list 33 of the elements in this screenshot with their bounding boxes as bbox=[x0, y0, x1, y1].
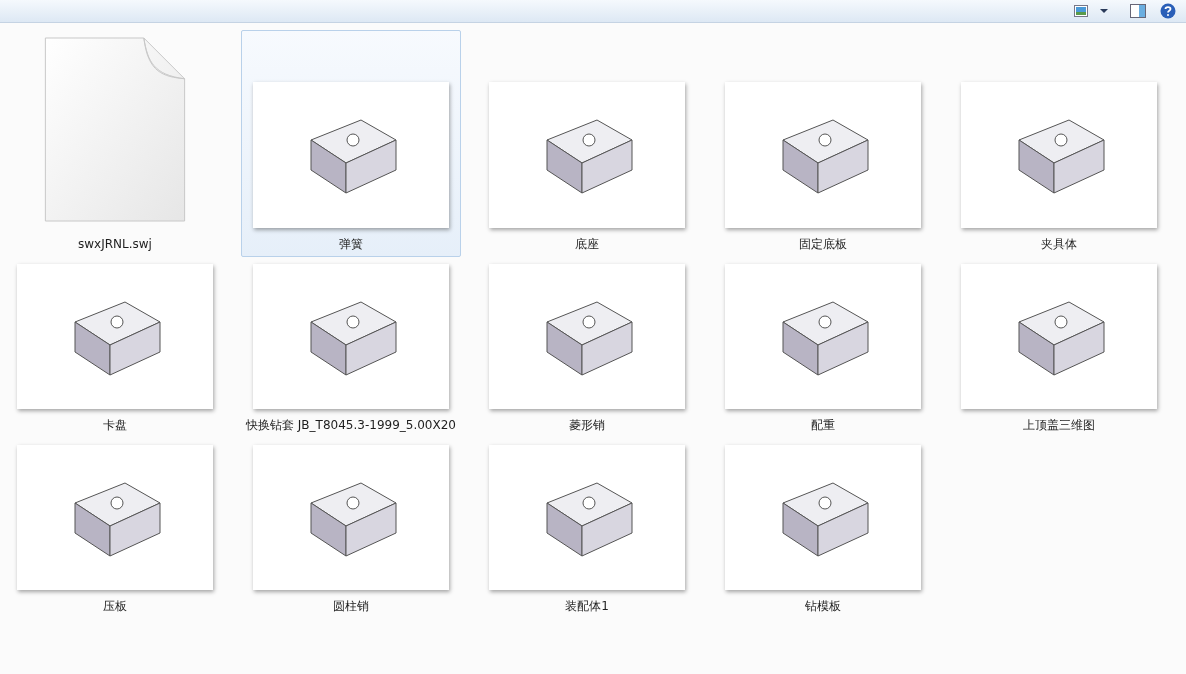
file-name: 快换钻套 JB_T8045.3-1999_5.00X20 bbox=[246, 418, 456, 432]
help-icon[interactable] bbox=[1160, 3, 1176, 19]
file-name: 钻模板 bbox=[805, 599, 841, 613]
file-item[interactable]: 装配体1 bbox=[477, 438, 697, 619]
file-name: 圆柱销 bbox=[333, 599, 369, 613]
file-item[interactable]: 钻模板 bbox=[713, 438, 933, 619]
file-item[interactable]: 上顶盖三维图 bbox=[949, 257, 1169, 438]
view-icon[interactable] bbox=[1074, 5, 1088, 17]
file-item[interactable]: 固定底板 bbox=[713, 30, 933, 257]
file-item[interactable]: 配重 bbox=[713, 257, 933, 438]
file-name: 压板 bbox=[103, 599, 127, 613]
preview-pane-icon[interactable] bbox=[1130, 4, 1146, 18]
file-item[interactable]: swxJRNL.swj bbox=[5, 30, 225, 257]
file-name: 装配体1 bbox=[565, 599, 609, 613]
file-item[interactable]: 底座 bbox=[477, 30, 697, 257]
file-item[interactable]: 菱形销 bbox=[477, 257, 697, 438]
document-icon bbox=[44, 37, 186, 222]
file-item[interactable]: 快换钻套 JB_T8045.3-1999_5.00X20 bbox=[241, 257, 461, 438]
file-name: 卡盘 bbox=[103, 418, 127, 432]
file-item[interactable]: 圆柱销 bbox=[241, 438, 461, 619]
file-name: 上顶盖三维图 bbox=[1023, 418, 1095, 432]
file-name: 固定底板 bbox=[799, 237, 847, 251]
file-name: 弹簧 bbox=[339, 237, 363, 251]
file-item[interactable]: 夹具体 bbox=[949, 30, 1169, 257]
file-name: 配重 bbox=[811, 418, 835, 432]
file-name: 菱形销 bbox=[569, 418, 605, 432]
file-item[interactable]: 弹簧 bbox=[241, 30, 461, 257]
caret-icon[interactable] bbox=[1100, 9, 1108, 13]
file-item[interactable]: 压板 bbox=[5, 438, 225, 619]
file-name: swxJRNL.swj bbox=[78, 237, 152, 251]
file-item[interactable]: 卡盘 bbox=[5, 257, 225, 438]
file-name: 底座 bbox=[575, 237, 599, 251]
file-name: 夹具体 bbox=[1041, 237, 1077, 251]
